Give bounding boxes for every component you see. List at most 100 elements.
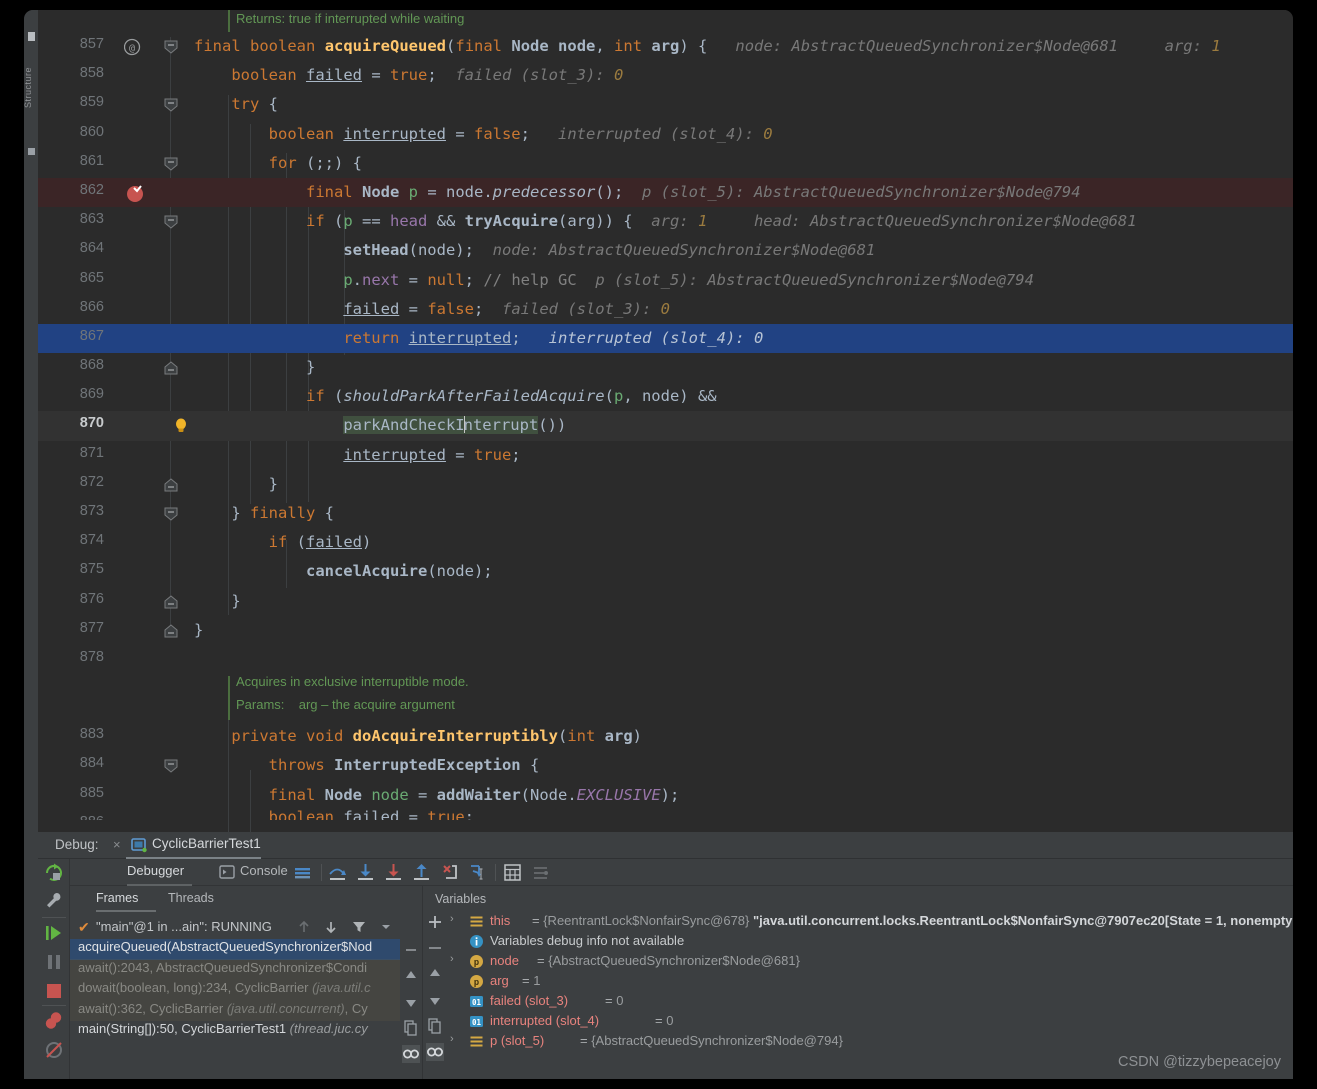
list-item[interactable]: await():362, CyclicBarrier (java.util.co… [70,1001,400,1022]
code-line-883[interactable]: 883 private void doAcquireInterruptibly(… [38,722,1293,751]
line-number: 859 [79,94,104,111]
arrow-up-icon[interactable] [426,965,444,983]
arrow-down-icon[interactable] [426,991,444,1009]
code-line-859[interactable]: 859 try { [38,90,1293,119]
line-number: 862 [79,181,104,198]
fold-collapse-icon[interactable] [164,507,178,521]
tab-threads[interactable]: Threads [168,891,214,905]
code-line-868[interactable]: 868 } [38,353,1293,382]
tree-row-interrupted[interactable]: 01 interrupted (slot_4) = 0 [447,1011,1293,1031]
code-line-878[interactable]: 878 [38,645,1293,674]
code-line-876[interactable]: 876 } [38,587,1293,616]
settings-layout-icon[interactable] [531,862,552,883]
minus-icon[interactable] [402,941,420,959]
show-execution-point-icon[interactable] [292,862,313,883]
code-line-865[interactable]: 865 p.next = null; // help GC p (slot_5)… [38,266,1293,295]
run-to-cursor-icon[interactable] [467,862,488,883]
code-line-866[interactable]: 866 failed = false; failed (slot_3): 0 [38,295,1293,324]
code-line-863[interactable]: 863 if (p == head && tryAcquire(arg)) { … [38,207,1293,236]
arrow-down-icon[interactable] [402,993,420,1011]
watches-icon[interactable] [426,1043,444,1061]
list-item[interactable]: dowait(boolean, long):234, CyclicBarrier… [70,980,400,1001]
code-line-858[interactable]: 858 boolean failed = true; failed (slot_… [38,61,1293,90]
fold-collapse-icon[interactable] [164,759,178,773]
code-line-886[interactable]: 886 boolean failed = true; [38,810,1293,820]
evaluate-expression-icon[interactable] [502,862,523,883]
settings-button[interactable] [43,890,65,912]
pause-program-button[interactable] [43,951,65,973]
view-breakpoints-button[interactable] [43,1010,65,1032]
close-icon[interactable]: × [113,837,121,852]
list-item[interactable]: acquireQueued(AbstractQueuedSynchronizer… [70,939,400,960]
code-line-867[interactable]: 867 return interrupted; interrupted (slo… [38,323,1293,354]
mute-breakpoints-button[interactable] [43,1039,65,1061]
tab-debugger[interactable]: Debugger [127,863,184,878]
tab-frames[interactable]: Frames [96,891,138,905]
code-editor[interactable]: Returns: true if interrupted while waiti… [38,10,1293,832]
line-number: 869 [79,386,104,403]
code-line-857[interactable]: 857 @ final boolean acquireQueued(final … [38,32,1293,61]
code-line-884[interactable]: 884 throws InterruptedException { [38,751,1293,780]
drop-frame-icon[interactable] [439,862,460,883]
chevron-right-icon[interactable]: › [450,953,462,965]
step-into-icon[interactable] [355,862,376,883]
tree-row-p[interactable]: › p (slot_5) = {AbstractQueuedSynchroniz… [447,1031,1293,1051]
arrow-up-icon[interactable] [402,967,420,985]
tree-row-this[interactable]: › this = {ReentrantLock$NonfairSync@678}… [447,911,1293,931]
copy-icon[interactable] [426,1017,444,1035]
arrow-up-icon[interactable] [295,918,313,936]
list-item[interactable]: main(String[]):50, CyclicBarrierTest1 (t… [70,1021,400,1042]
plus-icon[interactable] [426,913,444,931]
frames-side-toolbar [400,939,422,1079]
chevron-down-icon[interactable] [377,918,395,936]
force-step-into-icon[interactable] [383,862,404,883]
fold-expand-icon[interactable] [164,624,178,638]
code-line-862[interactable]: 862 final Node p = node.predecessor(); p… [38,177,1293,208]
breakpoint-verified-icon[interactable] [126,183,152,205]
fold-collapse-icon[interactable] [164,98,178,113]
chevron-right-icon[interactable]: › [450,913,462,925]
watches-icon[interactable] [402,1045,420,1063]
tab-console[interactable]: Console [240,863,288,878]
stop-button[interactable] [43,980,65,1002]
fold-collapse-icon[interactable] [164,40,178,54]
lightbulb-icon[interactable] [172,417,190,439]
code-line-860[interactable]: 860 boolean interrupted = false; interru… [38,120,1293,149]
minus-icon[interactable] [426,939,444,957]
chevron-right-icon[interactable]: › [450,1033,462,1045]
code-line-864[interactable]: 864 setHead(node); node: AbstractQueuedS… [38,236,1293,265]
filter-icon[interactable] [350,918,368,936]
tree-row-arg[interactable]: p arg = 1 [447,971,1293,991]
code-line-870[interactable]: 870 parkAndCheckInterrupt()) [38,411,1293,441]
fold-collapse-icon[interactable] [164,157,178,171]
copy-icon[interactable] [402,1019,420,1037]
annotation-at-icon[interactable]: @ [123,36,150,58]
sidebar-item-structure[interactable]: Structure [24,32,39,142]
step-out-icon[interactable] [411,862,432,883]
code-line-861[interactable]: 861 for (;;) { [38,149,1293,178]
code-line-874[interactable]: 874 if (failed) [38,528,1293,557]
debug-session-title[interactable]: CyclicBarrierTest1 [152,836,261,851]
code-line-873[interactable]: 873 } finally { [38,499,1293,528]
frames-list[interactable]: acquireQueued(AbstractQueuedSynchronizer… [70,939,400,1079]
list-item[interactable]: await():2043, AbstractQueuedSynchronizer… [70,960,400,981]
variable-name: interrupted (slot_4) [490,1013,600,1028]
arrow-down-icon[interactable] [322,918,340,936]
code-line-872[interactable]: 872 } [38,470,1293,499]
rerun-button[interactable] [43,862,65,884]
code-line-869[interactable]: 869 if (shouldParkAfterFailedAcquire(p, … [38,382,1293,411]
code-line-875[interactable]: 875 cancelAcquire(node); [38,557,1293,586]
resume-program-button[interactable] [43,922,65,944]
thread-selector[interactable]: ✔ "main"@1 in ...ain": RUNNING [70,914,422,939]
fold-expand-icon[interactable] [164,478,178,492]
code-line-877[interactable]: 877 } [38,616,1293,645]
step-over-icon[interactable] [327,862,348,883]
fold-expand-icon[interactable] [164,361,178,375]
fold-expand-icon[interactable] [164,594,178,609]
tree-row-node[interactable]: › p node = {AbstractQueuedSynchronizer$N… [447,951,1293,971]
tree-row-failed[interactable]: 01 failed (slot_3) = 0 [447,991,1293,1011]
divider [321,864,322,881]
fold-collapse-icon[interactable] [164,215,178,229]
code-line-871[interactable]: 871 interrupted = true; [38,441,1293,470]
code-line-885[interactable]: 885 final Node node = addWaiter(Node.EXC… [38,781,1293,810]
